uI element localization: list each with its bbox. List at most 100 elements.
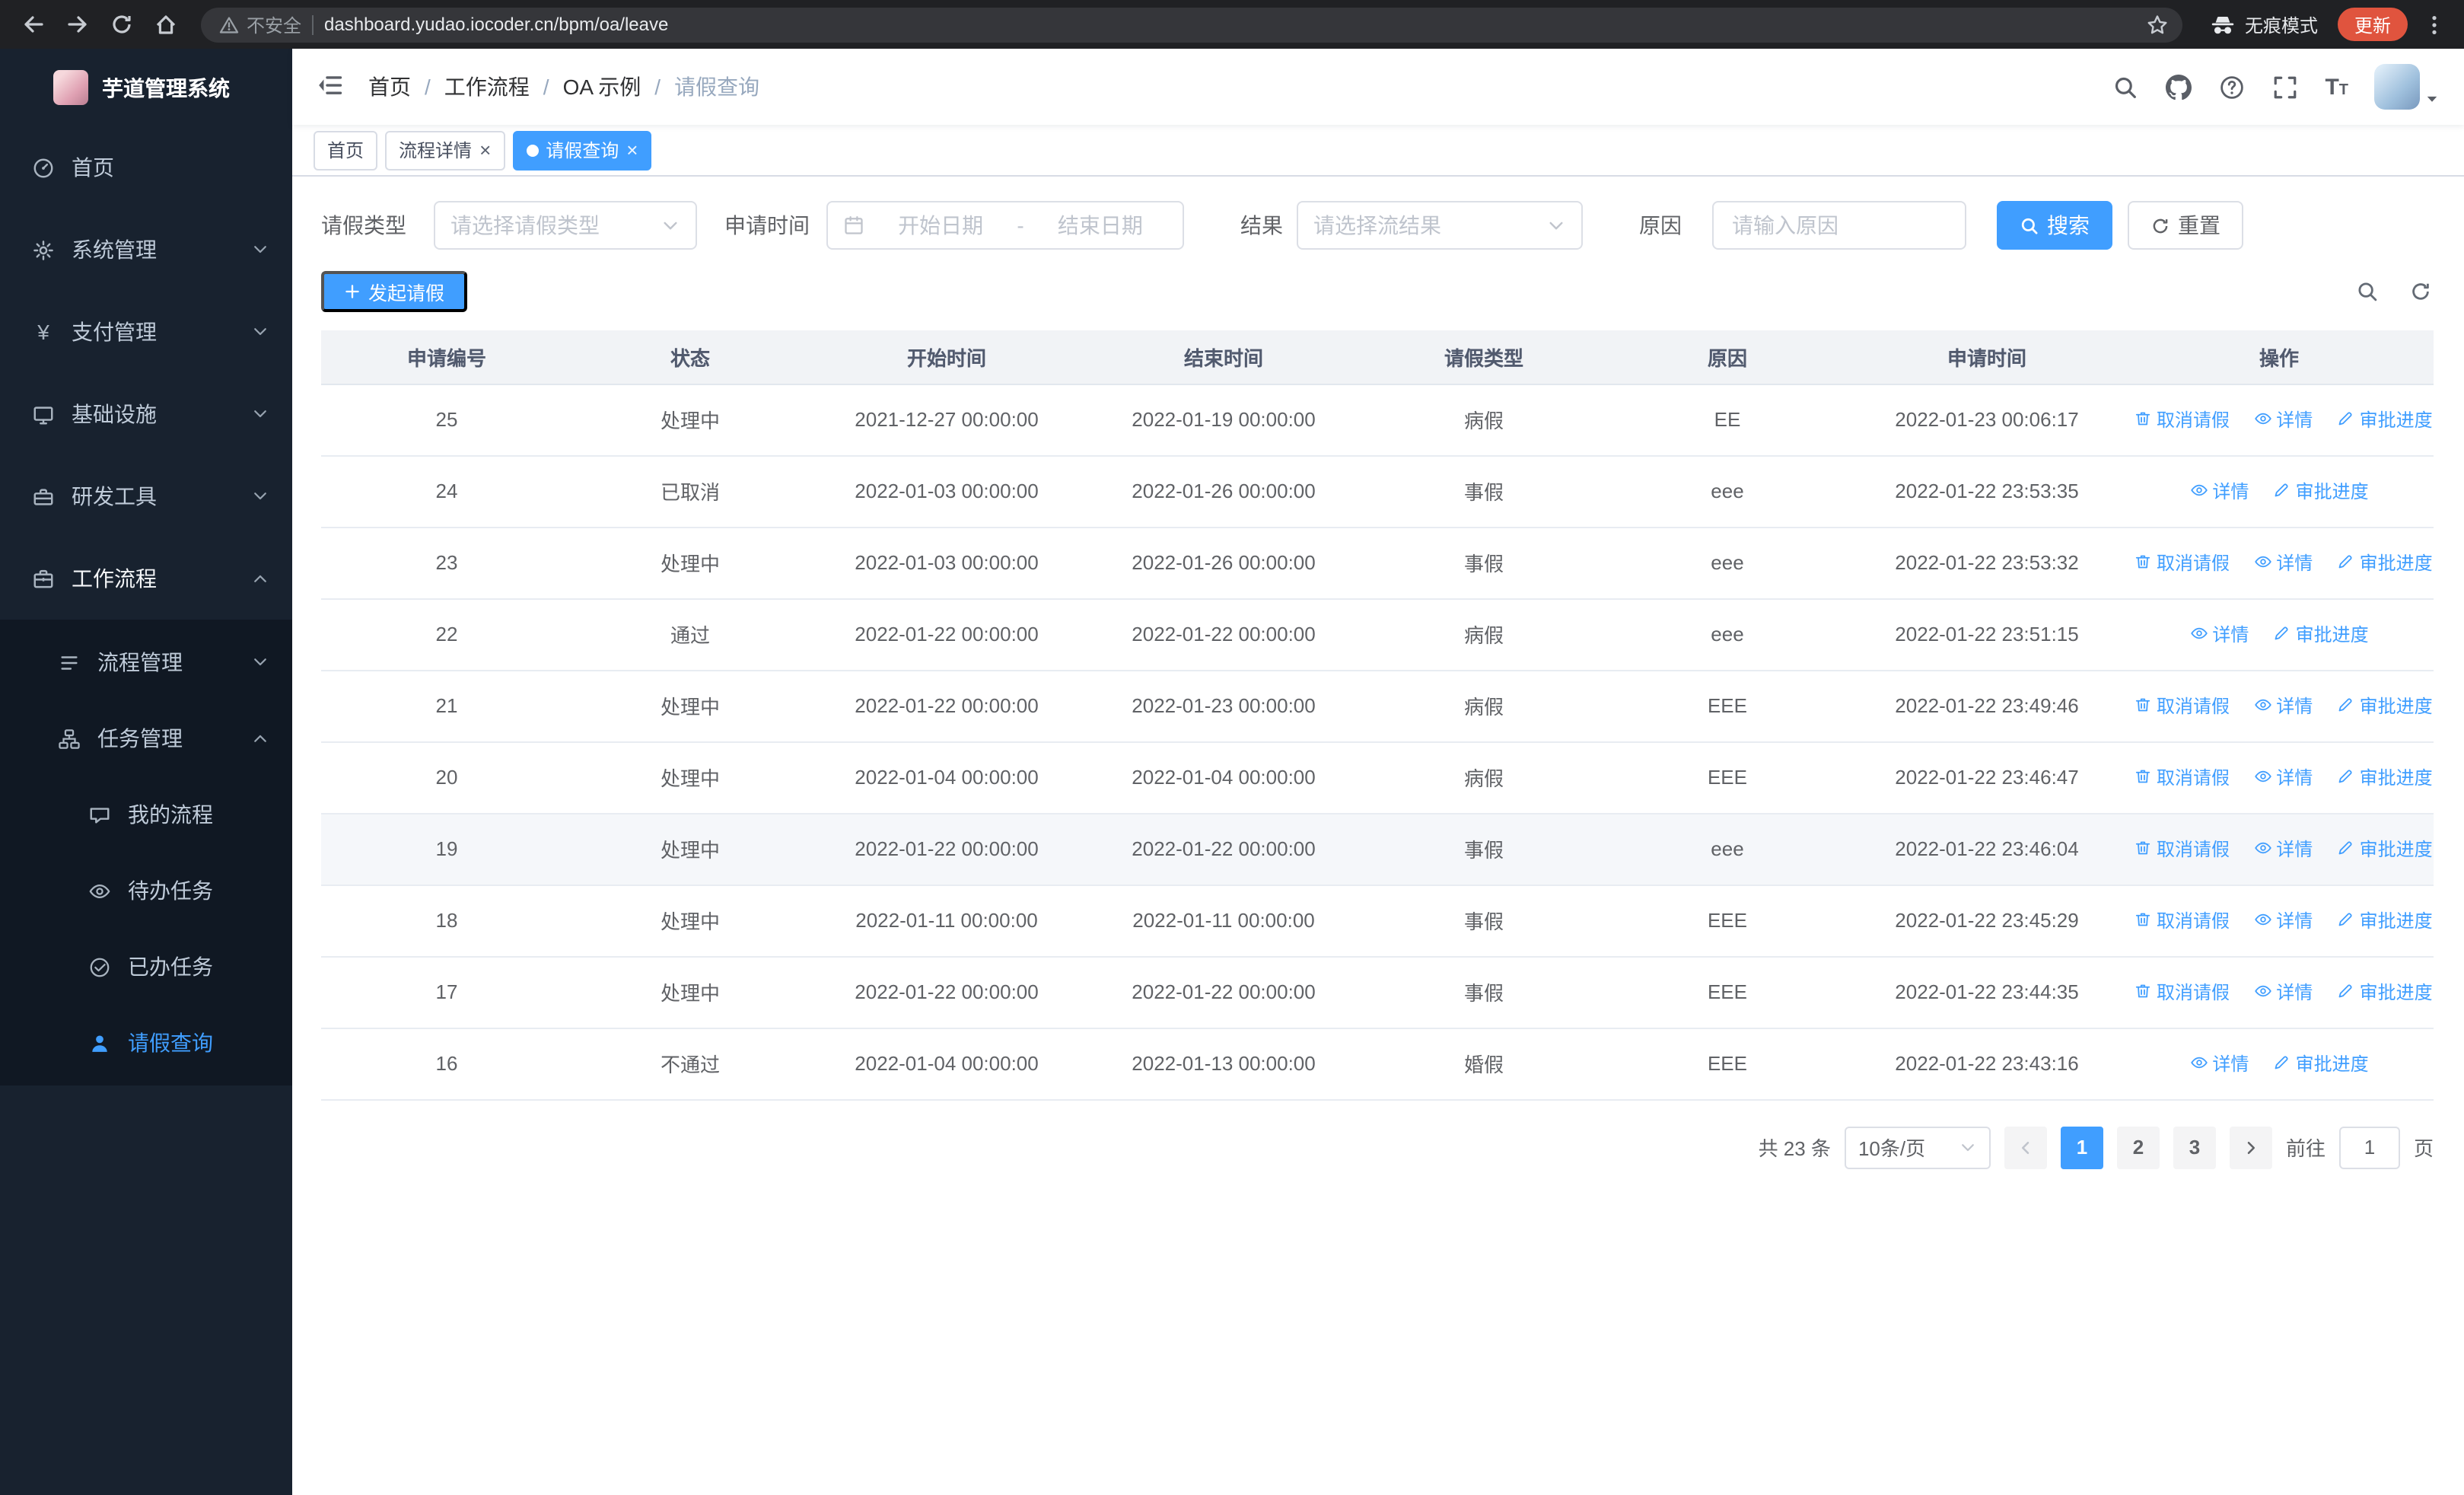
breadcrumb-item[interactable]: 工作流程 xyxy=(444,72,530,102)
create-leave-button[interactable]: 发起请假 xyxy=(321,271,468,312)
detail-link[interactable]: 详情 xyxy=(2189,621,2249,647)
next-page-button[interactable] xyxy=(2229,1126,2272,1168)
pagination: 共 23 条 10条/页 1 2 3 前往 1 页 xyxy=(321,1126,2434,1168)
cell-leave-type: 事假 xyxy=(1362,813,1606,885)
approval-progress-link[interactable]: 审批进度 xyxy=(2337,764,2433,790)
eye-icon xyxy=(2254,771,2271,783)
cancel-leave-link[interactable]: 取消请假 xyxy=(2134,693,2230,719)
trash-icon xyxy=(2135,770,2150,783)
approval-progress-link[interactable]: 审批进度 xyxy=(2337,693,2433,719)
eye-icon xyxy=(2254,556,2271,568)
font-size-button[interactable]: TT xyxy=(2325,75,2348,98)
cancel-leave-link[interactable]: 取消请假 xyxy=(2134,406,2230,432)
detail-link[interactable]: 详情 xyxy=(2253,550,2313,575)
cell-start-time: 2022-01-22 00:00:00 xyxy=(808,670,1085,742)
sidebar-item-process-mgmt[interactable]: 流程管理 xyxy=(0,624,292,700)
apply-time-range-picker[interactable]: 开始日期 - 结束日期 xyxy=(826,201,1184,250)
page-size-select[interactable]: 10条/页 xyxy=(1844,1126,1991,1168)
sidebar-item-payment-mgmt[interactable]: ¥ 支付管理 xyxy=(0,291,292,373)
page-button-3[interactable]: 3 xyxy=(2173,1126,2216,1168)
sidebar-item-todo-tasks[interactable]: 待办任务 xyxy=(0,853,292,929)
detail-link[interactable]: 详情 xyxy=(2253,907,2313,933)
browser-update-button[interactable]: 更新 xyxy=(2337,8,2408,41)
table-row[interactable]: 22 通过 2022-01-22 00:00:00 2022-01-22 00:… xyxy=(321,598,2434,671)
table-row[interactable]: 19 处理中 2022-01-22 00:00:00 2022-01-22 00… xyxy=(321,813,2434,885)
help-button[interactable] xyxy=(2218,73,2246,100)
app-logo[interactable]: 芋道管理系统 xyxy=(0,49,292,126)
table-row[interactable]: 21 处理中 2022-01-22 00:00:00 2022-01-23 00… xyxy=(321,670,2434,742)
tab-home[interactable]: 首页 xyxy=(314,130,378,170)
breadcrumb-item[interactable]: 首页 xyxy=(368,72,411,102)
approval-progress-link[interactable]: 审批进度 xyxy=(2337,550,2433,575)
page-button-2[interactable]: 2 xyxy=(2116,1126,2160,1168)
address-bar[interactable]: 不安全 dashboard.yudao.iocoder.cn/bpm/oa/le… xyxy=(201,7,2182,42)
approval-progress-link[interactable]: 审批进度 xyxy=(2337,406,2433,432)
site-security-indicator[interactable]: 不安全 xyxy=(219,11,301,37)
table-row[interactable]: 17 处理中 2022-01-22 00:00:00 2022-01-22 00… xyxy=(321,956,2434,1028)
browser-back-button[interactable] xyxy=(12,4,53,45)
sidebar-item-leave-query[interactable]: 请假查询 xyxy=(0,1005,292,1081)
breadcrumb-item[interactable]: OA 示例 xyxy=(563,72,641,102)
sidebar-item-workflow[interactable]: 工作流程 xyxy=(0,537,292,620)
sidebar-item-system-mgmt[interactable]: 系统管理 xyxy=(0,209,292,291)
table-row[interactable]: 25 处理中 2021-12-27 00:00:00 2022-01-19 00… xyxy=(321,384,2434,456)
browser-forward-button[interactable] xyxy=(56,4,97,45)
sidebar-item-infrastructure[interactable]: 基础设施 xyxy=(0,373,292,455)
leave-type-select[interactable]: 请选择请假类型 xyxy=(434,201,697,250)
result-select[interactable]: 请选择流结果 xyxy=(1297,201,1583,250)
sidebar-item-home[interactable]: 首页 xyxy=(0,126,292,209)
approval-progress-link[interactable]: 审批进度 xyxy=(2273,621,2369,647)
edit-pencil-icon xyxy=(2339,841,2353,855)
reason-input[interactable] xyxy=(1712,201,1966,250)
cell-leave-type: 事假 xyxy=(1362,527,1606,599)
sidebar-item-done-tasks[interactable]: 已办任务 xyxy=(0,929,292,1005)
browser-menu-button[interactable] xyxy=(2415,6,2452,43)
refresh-table-button[interactable] xyxy=(2409,279,2434,304)
github-link[interactable] xyxy=(2165,73,2192,100)
detail-link[interactable]: 详情 xyxy=(2253,979,2313,1005)
tab-leave-query[interactable]: 请假查询 × xyxy=(512,130,652,170)
approval-progress-link[interactable]: 审批进度 xyxy=(2337,907,2433,933)
bookmark-star-button[interactable] xyxy=(2140,6,2176,43)
approval-progress-link[interactable]: 审批进度 xyxy=(2337,836,2433,862)
detail-link[interactable]: 详情 xyxy=(2253,693,2313,719)
header-search-button[interactable] xyxy=(2112,73,2139,100)
table-row[interactable]: 24 已取消 2022-01-03 00:00:00 2022-01-26 00… xyxy=(321,455,2434,528)
table-row[interactable]: 20 处理中 2022-01-04 00:00:00 2022-01-04 00… xyxy=(321,741,2434,814)
cancel-leave-link[interactable]: 取消请假 xyxy=(2134,764,2230,790)
reset-button[interactable]: 重置 xyxy=(2128,201,2243,250)
toggle-search-button[interactable] xyxy=(2356,279,2380,304)
search-button[interactable]: 搜索 xyxy=(1997,201,2112,250)
column-header: 请假类型 xyxy=(1362,330,1606,384)
approval-progress-link[interactable]: 审批进度 xyxy=(2273,1050,2369,1076)
tab-process-detail[interactable]: 流程详情 × xyxy=(385,130,505,170)
sidebar-collapse-button[interactable] xyxy=(317,72,347,102)
browser-refresh-button[interactable] xyxy=(100,4,142,45)
approval-progress-link[interactable]: 审批进度 xyxy=(2273,478,2369,504)
prev-page-button[interactable] xyxy=(2004,1126,2047,1168)
sidebar-item-task-mgmt[interactable]: 任务管理 xyxy=(0,700,292,776)
table-row[interactable]: 18 处理中 2022-01-11 00:00:00 2022-01-11 00… xyxy=(321,885,2434,957)
table-row[interactable]: 23 处理中 2022-01-03 00:00:00 2022-01-26 00… xyxy=(321,527,2434,599)
user-menu[interactable] xyxy=(2374,64,2440,110)
sidebar-item-my-process[interactable]: 我的流程 xyxy=(0,776,292,853)
detail-link[interactable]: 详情 xyxy=(2253,406,2313,432)
browser-home-button[interactable] xyxy=(145,4,186,45)
cancel-leave-link[interactable]: 取消请假 xyxy=(2134,836,2230,862)
tab-close-icon[interactable]: × xyxy=(626,140,638,160)
tab-close-icon[interactable]: × xyxy=(479,140,491,160)
sidebar-item-dev-tools[interactable]: 研发工具 xyxy=(0,455,292,537)
table-row[interactable]: 16 不通过 2022-01-04 00:00:00 2022-01-13 00… xyxy=(321,1028,2434,1100)
detail-link[interactable]: 详情 xyxy=(2253,836,2313,862)
detail-link[interactable]: 详情 xyxy=(2189,478,2249,504)
approval-progress-link[interactable]: 审批进度 xyxy=(2337,979,2433,1005)
page-goto-input[interactable] xyxy=(2338,1126,2400,1168)
page-button-1[interactable]: 1 xyxy=(2060,1126,2103,1168)
detail-link[interactable]: 详情 xyxy=(2253,764,2313,790)
cancel-leave-link[interactable]: 取消请假 xyxy=(2134,550,2230,575)
fullscreen-button[interactable] xyxy=(2271,73,2299,100)
cell-leave-type: 婚假 xyxy=(1362,1028,1606,1100)
cancel-leave-link[interactable]: 取消请假 xyxy=(2134,907,2230,933)
detail-link[interactable]: 详情 xyxy=(2189,1050,2249,1076)
cancel-leave-link[interactable]: 取消请假 xyxy=(2134,979,2230,1005)
